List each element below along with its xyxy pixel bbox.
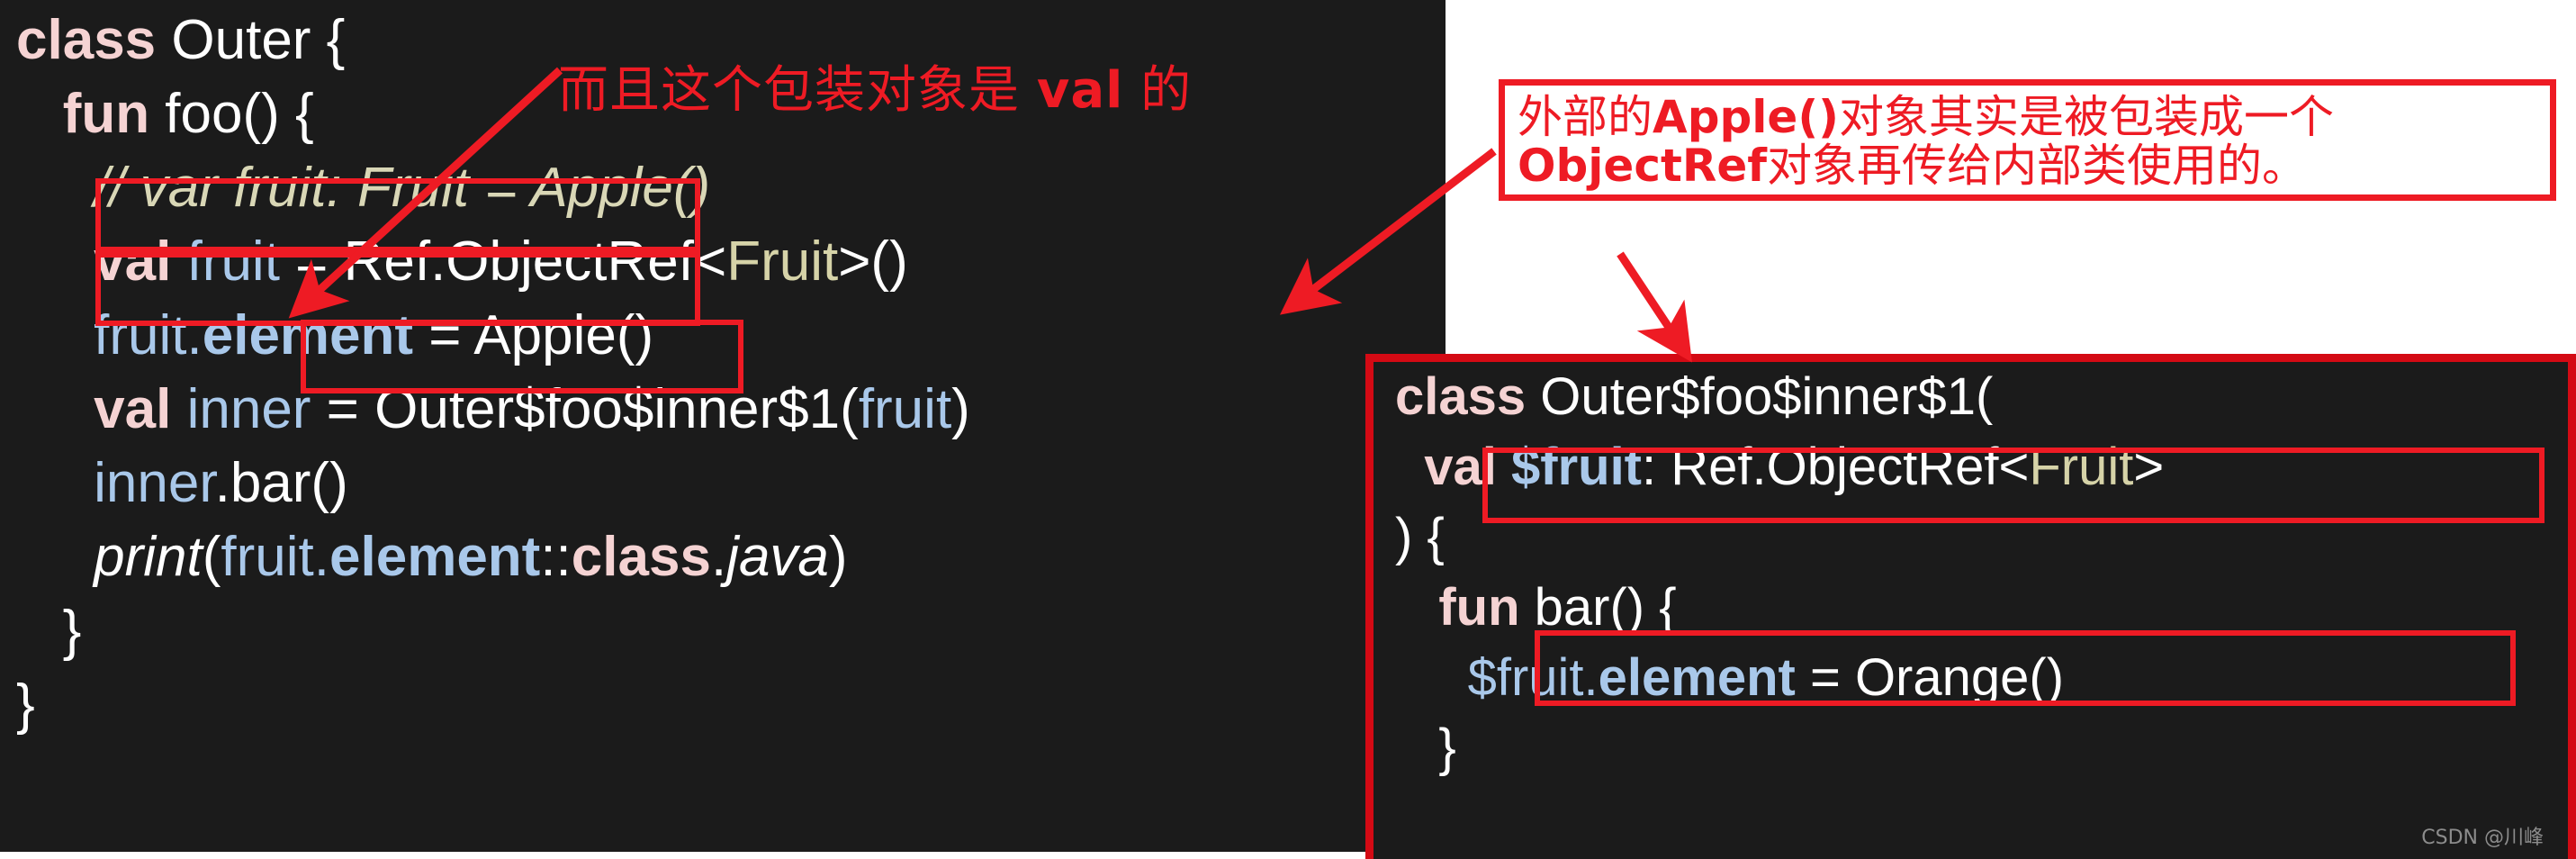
- annotation-callout-line2: ObjectRef对象再传给内部类使用的。: [1518, 141, 2550, 190]
- code-token: val: [94, 378, 172, 440]
- slide-root: class Outer { fun foo() { // var fruit: …: [0, 0, 2576, 859]
- annotation-run: ObjectRef: [1518, 140, 1768, 192]
- code-line-l3: // var fruit: Fruit = Apple(): [0, 160, 1446, 222]
- right-code-panel: class Outer$foo$inner$1( val $fruit: Ref…: [1365, 354, 2576, 859]
- annotation-run: 的: [1123, 61, 1193, 120]
- code-token: .: [710, 526, 727, 588]
- code-token: fun: [62, 83, 150, 145]
- code-line-l9: }: [0, 603, 1446, 665]
- code-token: class: [16, 9, 157, 71]
- code-line-l10: }: [0, 677, 1446, 738]
- code-token: = Ref.ObjectRef: [279, 231, 694, 293]
- code-token: val: [94, 231, 172, 293]
- code-token: >: [2133, 438, 2165, 496]
- code-token: ): [951, 378, 970, 440]
- annotation-run: 对象其实是被包装成一个: [1839, 91, 2335, 143]
- code-token: element: [1598, 648, 1796, 707]
- code-token: .bar(): [214, 452, 348, 514]
- code-token: java: [726, 526, 829, 588]
- left-code-panel: class Outer { fun foo() { // var fruit: …: [0, 0, 1446, 852]
- code-token: ::: [540, 526, 572, 588]
- annotation-run: 外部的: [1518, 91, 1653, 143]
- code-token: fruit.: [94, 304, 203, 366]
- code-token: val: [1424, 438, 1497, 496]
- code-token: element: [329, 526, 541, 588]
- code-line-l6: val inner = Outer$foo$inner$1(fruit): [0, 382, 1446, 443]
- annotation-run: val: [1036, 61, 1124, 120]
- code-token: = Apple(): [413, 304, 654, 366]
- annotation-top-note: 而且这个包装对象是 val 的: [558, 50, 1192, 122]
- code-token: (): [870, 231, 908, 293]
- code-token: Fruit: [2029, 438, 2134, 496]
- code-token: = Orange(): [1795, 648, 2065, 707]
- code-token: class: [571, 526, 711, 588]
- code-token: element: [202, 304, 414, 366]
- code-token: }: [1395, 719, 1456, 777]
- code-token: <: [1998, 438, 2030, 496]
- code-token: inner: [94, 452, 215, 514]
- code-token: : Ref.ObjectRef: [1642, 438, 1999, 496]
- code-token: bar() {: [1519, 578, 1677, 637]
- code-line-l4: val fruit = Ref.ObjectRef<Fruit>(): [0, 234, 1446, 295]
- code-token: Outer$foo$inner$1(: [1526, 367, 1994, 426]
- code-line-r2: val $fruit: Ref.ObjectRef<Fruit>: [1374, 441, 2568, 499]
- code-line-l7: inner.bar(): [0, 456, 1446, 517]
- code-token: fruit: [858, 378, 952, 440]
- code-token: print: [94, 526, 203, 588]
- code-token: fruit: [186, 231, 280, 293]
- code-token: class: [1395, 367, 1527, 426]
- annotation-callout-line1: 外部的Apple()对象其实是被包装成一个: [1518, 93, 2550, 141]
- code-token: Fruit: [726, 231, 839, 293]
- code-token: (: [202, 526, 221, 588]
- code-token: // var fruit: Fruit = Apple(): [16, 157, 711, 219]
- code-token: }: [16, 674, 35, 736]
- code-line-r6: }: [1374, 722, 2568, 780]
- code-token: Outer {: [156, 9, 346, 71]
- annotation-callout-box: 外部的Apple()对象其实是被包装成一个 ObjectRef对象再传给内部类使…: [1499, 79, 2556, 201]
- code-token: }: [16, 600, 82, 662]
- code-token: ) {: [1395, 508, 1445, 566]
- code-token: ): [828, 526, 848, 588]
- code-line-l8: print(fruit.element::class.java): [0, 529, 1446, 591]
- code-token: = Outer$foo$inner$1(: [311, 378, 859, 440]
- arrow-callout-to-inner-class: [1617, 251, 1692, 363]
- code-line-r5: $fruit.element = Orange(): [1374, 652, 2568, 710]
- annotation-run: Apple(): [1653, 91, 1840, 143]
- code-token: fun: [1438, 578, 1520, 637]
- annotation-run: 对象再传给内部类使用的。: [1767, 140, 2308, 192]
- code-token: foo() {: [149, 83, 314, 145]
- code-line-l5: fruit.element = Apple(): [0, 308, 1446, 369]
- csdn-watermark: CSDN @川峰: [2421, 827, 2544, 849]
- code-token: inner: [186, 378, 311, 440]
- annotation-run: 而且这个包装对象是: [558, 61, 1037, 120]
- code-line-r1: class Outer$foo$inner$1(: [1374, 371, 2568, 429]
- code-token: <: [693, 231, 727, 293]
- code-token: $fruit.: [1467, 648, 1599, 707]
- code-token: >: [838, 231, 871, 293]
- code-line-r3: ) {: [1374, 511, 2568, 569]
- code-token: $fruit: [1511, 438, 1642, 496]
- code-line-r4: fun bar() {: [1374, 582, 2568, 639]
- code-token: fruit.: [221, 526, 329, 588]
